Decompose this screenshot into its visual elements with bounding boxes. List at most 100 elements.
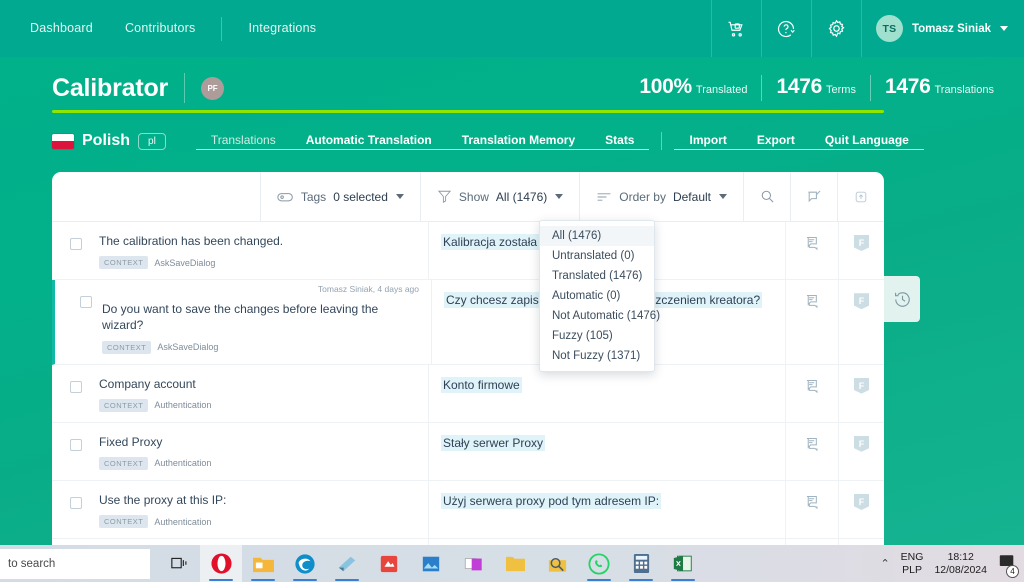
context-tag: CONTEXT [99, 457, 148, 470]
action-quit-language[interactable]: Quit Language [810, 133, 924, 150]
row-checkbox[interactable] [70, 497, 82, 509]
dropdown-option-untranslated[interactable]: Untranslated (0) [540, 246, 654, 266]
source-cell: The calibration has been changed. CONTEX… [99, 222, 428, 279]
folder-button[interactable] [494, 545, 536, 582]
comment-edit-button[interactable] [790, 172, 837, 221]
comment-action-cell[interactable] [785, 280, 838, 363]
row-checkbox[interactable] [70, 381, 82, 393]
fuzzy-cell[interactable]: F [838, 423, 884, 480]
file-explorer-button[interactable] [242, 545, 284, 582]
fuzzy-cell[interactable]: F [838, 280, 884, 363]
nav-link-contributors[interactable]: Contributors [109, 0, 212, 57]
row-checkbox[interactable] [70, 439, 82, 451]
source-text: Do you want to save the changes before l… [102, 301, 419, 333]
context-line: CONTEXT AskSaveDialog [102, 341, 419, 354]
opera-button[interactable] [200, 545, 242, 582]
table-row[interactable]: Fixed Proxy CONTEXT Authentication Stały… [52, 423, 884, 481]
row-checkbox-cell [52, 222, 99, 279]
table-row[interactable]: Company account CONTEXT Authentication K… [52, 365, 884, 423]
language-toolbar: Polish pl Translations Automatic Transla… [0, 119, 1024, 163]
row-author-note: Tomasz Siniak, 4 days ago [318, 284, 419, 294]
row-checkbox[interactable] [70, 238, 82, 250]
edge-button[interactable] [284, 545, 326, 582]
settings-button[interactable] [811, 0, 861, 57]
order-by-filter[interactable]: Order by Default [579, 172, 743, 221]
context-line: CONTEXT AskSaveDialog [99, 256, 416, 269]
language-primary: ENG [901, 551, 924, 564]
action-import[interactable]: Import [674, 133, 741, 150]
fuzzy-cell[interactable]: F [838, 222, 884, 279]
source-cell: Company account CONTEXT Authentication [99, 365, 428, 422]
tags-label: Tags [301, 190, 326, 204]
stat-label-translated: Translated [696, 84, 748, 96]
dropdown-option-automatic[interactable]: Automatic (0) [540, 286, 654, 306]
action-export[interactable]: Export [742, 133, 810, 150]
help-button[interactable] [761, 0, 811, 57]
row-checkbox[interactable] [80, 296, 92, 308]
photos-button[interactable] [410, 545, 452, 582]
row-checkbox-cell [52, 481, 99, 538]
fuzzy-cell[interactable]: F [838, 481, 884, 538]
cart-button[interactable] [711, 0, 761, 57]
notifications-button[interactable]: 4 [998, 553, 1016, 575]
user-menu[interactable]: TS Tomasz Siniak [861, 0, 1024, 57]
table-row[interactable]: Use the proxy at this IP: CONTEXT Authen… [52, 481, 884, 539]
history-panel-toggle[interactable] [884, 276, 920, 322]
file-explorer-icon [252, 554, 275, 574]
dropdown-option-fuzzy[interactable]: Fuzzy (105) [540, 326, 654, 346]
dropdown-option-all[interactable]: All (1476) [540, 226, 654, 246]
table-row[interactable]: The calibration has been changed. CONTEX… [52, 222, 884, 280]
tags-filter[interactable]: Tags 0 selected [260, 172, 420, 221]
whatsapp-button[interactable] [578, 545, 620, 582]
nav-divider [221, 17, 222, 41]
chevron-down-icon [396, 194, 404, 199]
chevron-down-icon [719, 194, 727, 199]
dropdown-option-translated[interactable]: Translated (1476) [540, 266, 654, 286]
comment-action-cell[interactable] [785, 365, 838, 422]
project-badge: PF [201, 77, 224, 100]
task-view-button[interactable] [158, 545, 200, 582]
dropdown-option-not-fuzzy[interactable]: Not Fuzzy (1371) [540, 346, 654, 366]
target-cell[interactable]: Konto firmowe [428, 365, 785, 422]
tab-automatic-translation[interactable]: Automatic Translation [291, 133, 447, 150]
translations-card: Tags 0 selected Show All (1476) Order by… [52, 172, 884, 545]
language-indicator[interactable]: ENG PLP [901, 551, 924, 577]
tab-translation-memory[interactable]: Translation Memory [447, 133, 590, 150]
nav-link-integrations[interactable]: Integrations [232, 0, 332, 57]
search-button[interactable] [743, 172, 790, 221]
table-row[interactable]: Tomasz Siniak, 4 days ago Do you want to… [52, 280, 884, 364]
calculator-button[interactable] [620, 545, 662, 582]
project-stats: 100% Translated 1476 Terms 1476 Translat… [639, 75, 994, 101]
target-cell[interactable]: Użyj serwera proxy pod tym adresem IP: [428, 481, 785, 538]
comment-action-cell[interactable] [785, 222, 838, 279]
avatar: TS [876, 15, 903, 42]
nav-link-dashboard[interactable]: Dashboard [14, 0, 109, 57]
fuzzy-cell[interactable]: F [838, 365, 884, 422]
row-checkbox-cell [55, 280, 102, 363]
chevron-down-icon [555, 194, 563, 199]
sort-icon [596, 190, 612, 204]
tab-stats[interactable]: Stats [590, 133, 649, 150]
comment-icon [804, 494, 821, 511]
pdf-button[interactable] [368, 545, 410, 582]
magnifier-button[interactable] [536, 545, 578, 582]
show-filter[interactable]: Show All (1476) [420, 172, 579, 221]
comment-action-cell[interactable] [785, 481, 838, 538]
clock[interactable]: 18:12 12/08/2024 [934, 551, 987, 577]
excel-button[interactable] [662, 545, 704, 582]
show-label: Show [459, 190, 489, 204]
stat-divider [870, 75, 871, 101]
paint-button[interactable] [452, 545, 494, 582]
dropdown-option-not-automatic[interactable]: Not Automatic (1476) [540, 306, 654, 326]
comment-action-cell[interactable] [785, 423, 838, 480]
user-name: Tomasz Siniak [912, 23, 991, 35]
notepad-button[interactable] [326, 545, 368, 582]
tab-translations[interactable]: Translations [196, 133, 291, 150]
target-cell[interactable]: Stały serwer Proxy [428, 423, 785, 480]
taskbar-search[interactable]: to search [0, 549, 150, 579]
task-view-icon [170, 555, 189, 572]
source-text: Fixed Proxy [99, 434, 416, 450]
context-line: CONTEXT Authentication [99, 399, 416, 412]
tray-expand-button[interactable]: ⌃ [880, 557, 889, 570]
upload-button[interactable] [837, 172, 884, 221]
